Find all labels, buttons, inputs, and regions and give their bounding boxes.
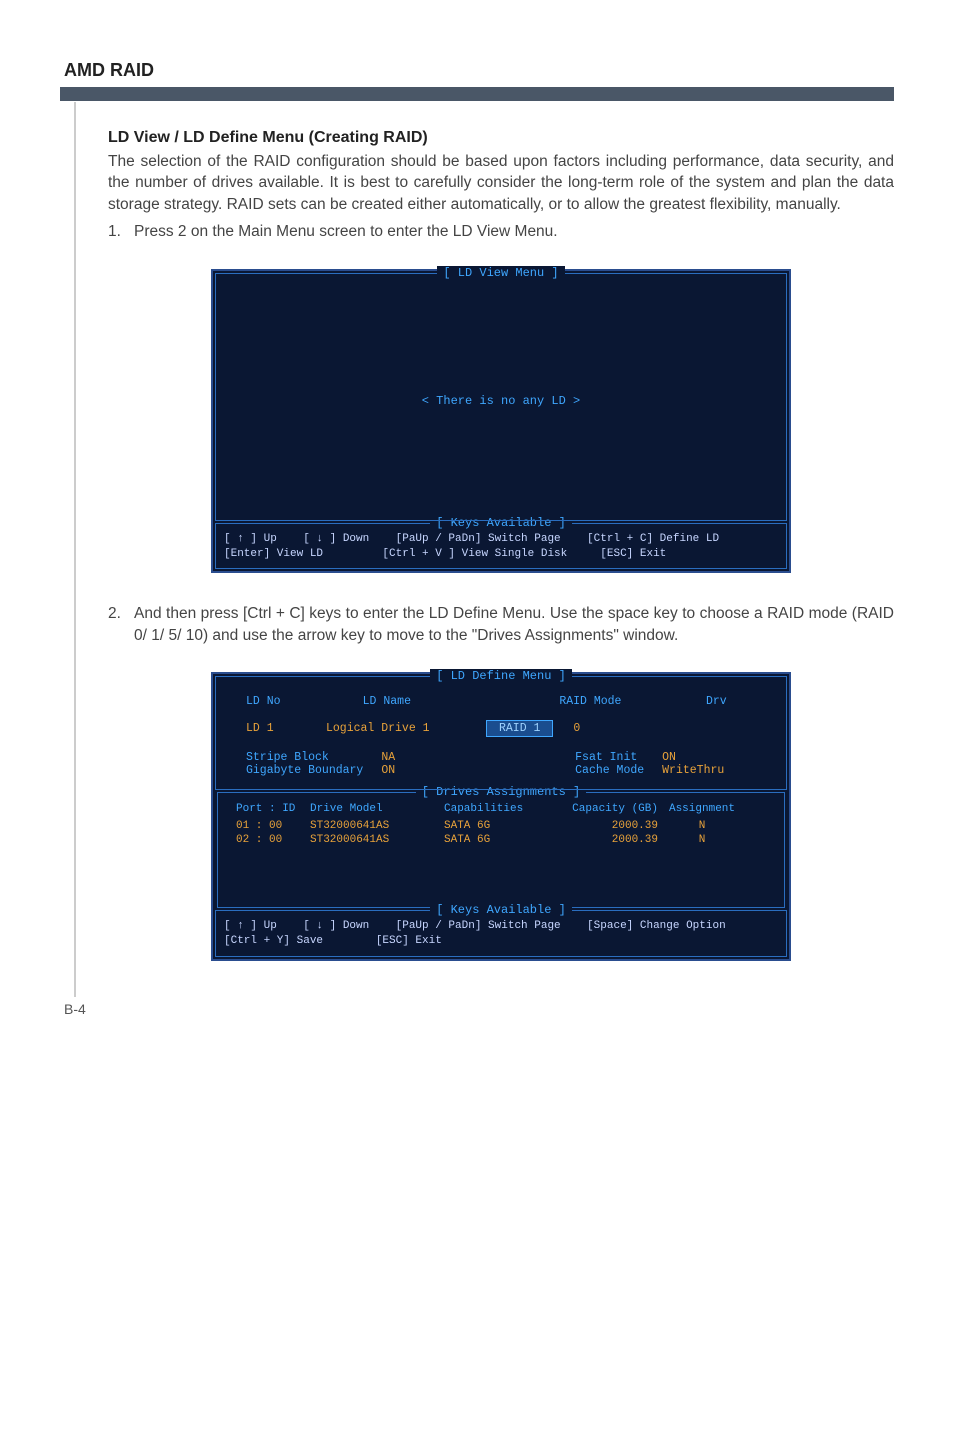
intro-paragraph: The selection of the RAID configuration … bbox=[108, 151, 894, 215]
drives-header-row: Port : ID Drive Model Capabilities Capac… bbox=[226, 799, 776, 819]
ld-number: LD 1 bbox=[246, 722, 306, 735]
col-port-id: Port : ID bbox=[236, 803, 306, 815]
ld-name: Logical Drive 1 bbox=[326, 722, 466, 735]
bios-ld-view-body: < There is no any LD > bbox=[226, 286, 776, 516]
col-assignment: Assignment bbox=[662, 803, 742, 815]
col-capabilities: Capabilities bbox=[444, 803, 544, 815]
bios-keys-line1: [ ↑ ] Up [ ↓ ] Down [PaUp / PaDn] Switch… bbox=[224, 919, 778, 934]
drive-row[interactable]: 01 : 00 ST32000641AS SATA 6G 2000.39 N bbox=[226, 819, 776, 833]
step-2-text: And then press [Ctrl + C] keys to enter … bbox=[134, 603, 894, 646]
raid-mode-selected[interactable]: RAID 1 bbox=[486, 720, 553, 737]
stripe-block-label: Stripe Block bbox=[246, 751, 363, 764]
step-1-text: Press 2 on the Main Menu screen to enter… bbox=[134, 221, 894, 242]
raidmode-label: RAID Mode bbox=[559, 695, 659, 708]
gigabyte-boundary-label: Gigabyte Boundary bbox=[246, 764, 363, 777]
step-1-number: 1. bbox=[108, 221, 134, 242]
bios-ld-view-title: [ LD View Menu ] bbox=[226, 266, 776, 280]
side-line bbox=[74, 102, 76, 997]
bios-ld-define-row: LD 1 Logical Drive 1 RAID 1 0 bbox=[226, 710, 776, 741]
step-1: 1. Press 2 on the Main Menu screen to en… bbox=[108, 221, 894, 242]
bios-keys-line2: [Ctrl + Y] Save [ESC] Exit bbox=[224, 934, 778, 949]
bios-ld-define-title: [ LD Define Menu ] bbox=[226, 669, 776, 683]
content-area: LD View / LD Define Menu (Creating RAID)… bbox=[60, 129, 894, 961]
bios-ld-define: [ LD Define Menu ] LD No LD Name RAID Mo… bbox=[211, 672, 791, 961]
drv-value: 0 bbox=[573, 722, 613, 735]
bios-ld-define-header: LD No LD Name RAID Mode Drv bbox=[226, 689, 776, 710]
fast-init-label: Fsat Init bbox=[575, 751, 644, 764]
header-bar bbox=[60, 87, 894, 101]
page-title: AMD RAID bbox=[60, 60, 894, 81]
fast-init-value: ON bbox=[662, 751, 724, 764]
page: AMD RAID LD View / LD Define Menu (Creat… bbox=[0, 0, 954, 1057]
page-number: B-4 bbox=[60, 1001, 894, 1017]
drive-row[interactable]: 02 : 00 ST32000641AS SATA 6G 2000.39 N bbox=[226, 833, 776, 847]
step-2: 2. And then press [Ctrl + C] keys to ent… bbox=[108, 603, 894, 646]
step-2-number: 2. bbox=[108, 603, 134, 646]
drv-label: Drv bbox=[706, 695, 756, 708]
cache-mode-label: Cache Mode bbox=[575, 764, 644, 777]
bios-ld-view-message: < There is no any LD > bbox=[422, 394, 580, 408]
bios-ld-define-frame: [ LD Define Menu ] LD No LD Name RAID Mo… bbox=[215, 676, 787, 790]
left-settings: Stripe Block Gigabyte Boundary NA ON bbox=[246, 751, 395, 777]
bios-keys-title: [ Keys Available ] bbox=[224, 903, 778, 917]
ldno-label: LD No bbox=[246, 695, 316, 708]
gigabyte-boundary-value: ON bbox=[381, 764, 395, 777]
bios-ld-view: [ LD View Menu ] < There is no any LD > … bbox=[211, 269, 791, 574]
bios-ld-define-settings: Stripe Block Gigabyte Boundary NA ON Fsa… bbox=[226, 741, 776, 785]
ldname-label: LD Name bbox=[363, 695, 513, 708]
section-title: LD View / LD Define Menu (Creating RAID) bbox=[108, 129, 894, 147]
bios-ld-view-frame: [ LD View Menu ] < There is no any LD > bbox=[215, 273, 787, 521]
bios-keys-line2: [Enter] View LD [Ctrl + V ] View Single … bbox=[224, 547, 778, 562]
bios-ld-view-keys: [ Keys Available ] [ ↑ ] Up [ ↓ ] Down [… bbox=[215, 523, 787, 570]
col-capacity-gb: Capacity (GB) bbox=[548, 803, 658, 815]
right-settings: Fsat Init Cache Mode ON WriteThru bbox=[575, 751, 724, 777]
bios-keys-line1: [ ↑ ] Up [ ↓ ] Down [PaUp / PaDn] Switch… bbox=[224, 532, 778, 547]
stripe-block-value: NA bbox=[381, 751, 395, 764]
bios-ld-define-keys: [ Keys Available ] [ ↑ ] Up [ ↓ ] Down [… bbox=[215, 910, 787, 957]
cache-mode-value: WriteThru bbox=[662, 764, 724, 777]
col-drive-model: Drive Model bbox=[310, 803, 440, 815]
drives-assignments-frame: [ Drives Assignments ] Port : ID Drive M… bbox=[217, 792, 785, 908]
